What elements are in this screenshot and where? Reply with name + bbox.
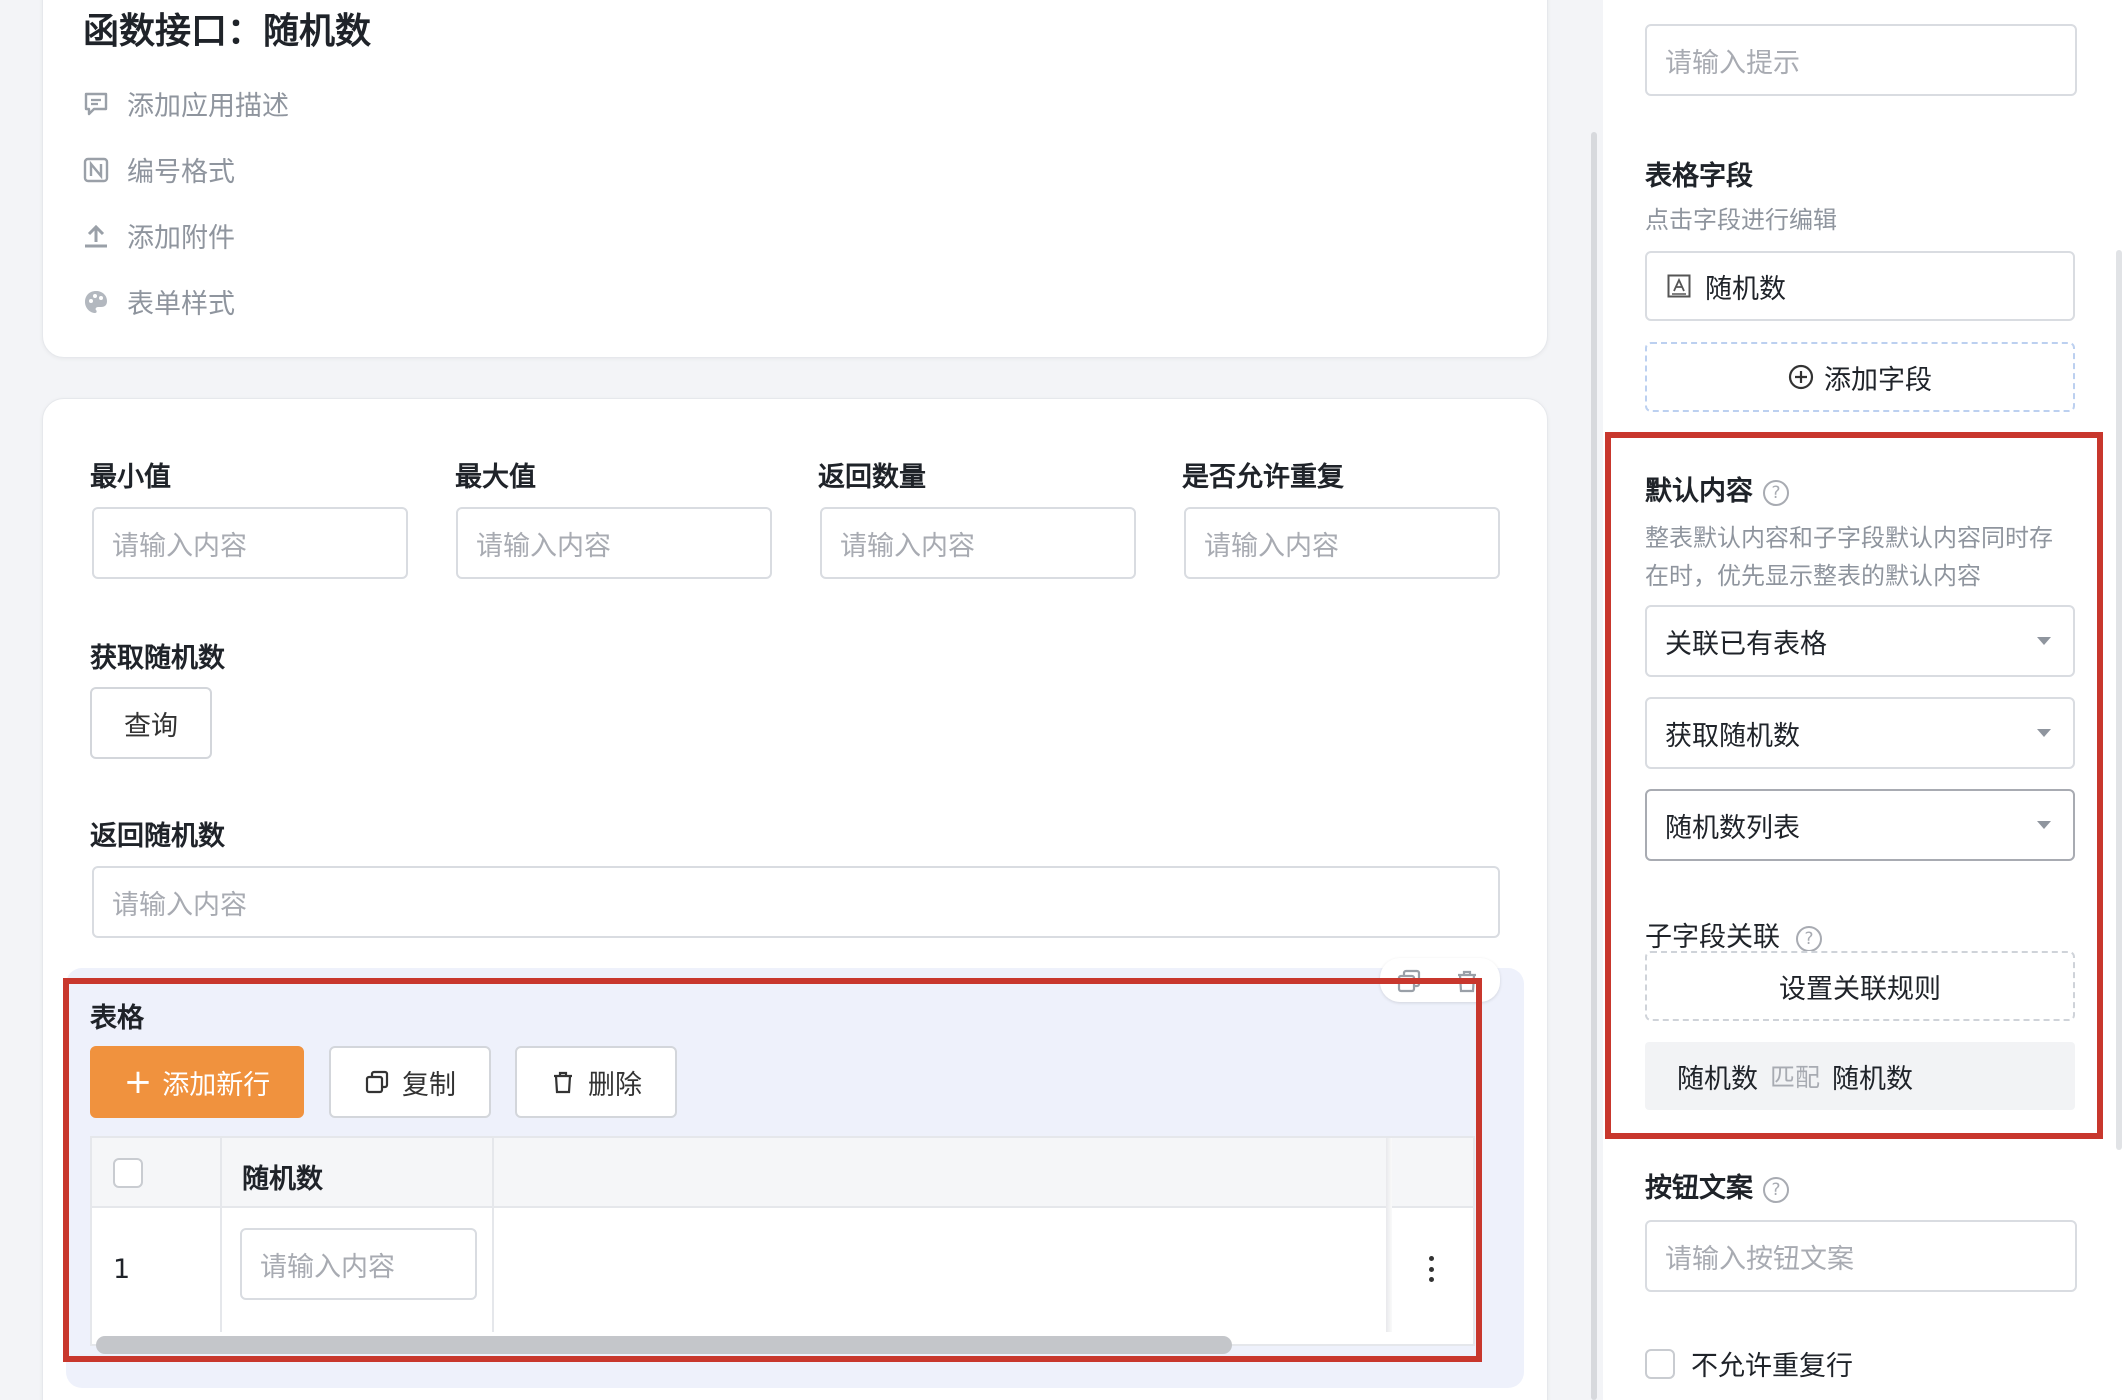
field-item-label: 随机数 xyxy=(1705,273,1786,305)
row-index: 1 xyxy=(113,1254,131,1285)
page-title: 函数接口：随机数 xyxy=(83,11,372,52)
help-icon[interactable]: ? xyxy=(1763,1176,1789,1203)
return-random-label: 返回随机数 xyxy=(90,821,225,852)
max-input[interactable]: 请输入内容 xyxy=(456,507,772,579)
sub-field-link-title: 子字段关联? xyxy=(1645,915,1822,954)
button-text-input[interactable]: 请输入按钮文案 xyxy=(1645,1220,2077,1292)
count-label: 返回数量 xyxy=(818,462,926,493)
set-link-rule-button[interactable]: 设置关联规则 xyxy=(1645,951,2075,1021)
chevron-down-icon xyxy=(2037,637,2051,645)
linked-table-select[interactable]: 关联已有表格 xyxy=(1645,605,2075,677)
no-repeat-label: 不允许重复行 xyxy=(1691,1351,1853,1382)
button-text-label: 按钮文案 xyxy=(1645,1173,1753,1204)
return-random-input[interactable]: 请输入内容 xyxy=(92,866,1500,938)
mapping-target: 随机数 xyxy=(1832,1063,1914,1095)
add-description-label: 添加应用描述 xyxy=(127,91,289,122)
add-attachment-label: 添加附件 xyxy=(127,223,235,254)
numbering-format-label: 编号格式 xyxy=(127,157,235,188)
min-input[interactable]: 请输入内容 xyxy=(92,507,408,579)
plus-circle-icon xyxy=(1788,364,1814,390)
copy-row-label: 复制 xyxy=(402,1069,456,1101)
default-content-label: 默认内容 xyxy=(1645,476,1753,507)
query-button[interactable]: 查询 xyxy=(90,687,212,759)
add-description-link[interactable]: 添加应用描述 xyxy=(83,84,289,123)
form-style-link[interactable]: 表单样式 xyxy=(83,282,235,321)
text-field-icon xyxy=(1667,274,1691,298)
table-title: 表格 xyxy=(90,1003,144,1034)
trash-icon xyxy=(554,1071,572,1094)
default-content-desc-1: 整表默认内容和子字段默认内容同时存 xyxy=(1645,524,2053,552)
select-all-checkbox[interactable] xyxy=(113,1158,143,1188)
numbering-icon xyxy=(83,157,109,182)
form-style-label: 表单样式 xyxy=(127,289,235,320)
delete-row-button[interactable]: 删除 xyxy=(515,1046,677,1118)
max-label: 最大值 xyxy=(455,462,536,493)
no-repeat-checkbox[interactable] xyxy=(1645,1348,1675,1379)
comment-icon xyxy=(84,92,108,115)
help-icon[interactable]: ? xyxy=(1763,479,1789,506)
add-field-label: 添加字段 xyxy=(1824,364,1932,396)
source-function-value: 获取随机数 xyxy=(1665,720,1800,752)
delete-row-label: 删除 xyxy=(588,1069,642,1101)
table-fields-title: 表格字段 xyxy=(1645,161,1753,192)
field-mapping-row: 随机数 匹配 随机数 xyxy=(1645,1042,2075,1110)
source-list-value: 随机数列表 xyxy=(1665,812,1800,844)
upload-icon xyxy=(85,224,107,247)
plus-icon: + xyxy=(123,1062,153,1102)
linked-table-value: 关联已有表格 xyxy=(1665,628,1827,660)
add-row-button[interactable]: + 添加新行 xyxy=(90,1046,304,1118)
copy-icon xyxy=(365,1070,389,1094)
source-function-select[interactable]: 获取随机数 xyxy=(1645,697,2075,769)
no-repeat-row[interactable]: 不允许重复行 xyxy=(1645,1344,1853,1383)
row-more-icon[interactable] xyxy=(1428,1256,1434,1282)
help-icon[interactable]: ? xyxy=(1796,925,1822,952)
add-field-button[interactable]: 添加字段 xyxy=(1645,342,2075,412)
delete-table-icon[interactable] xyxy=(1454,968,1480,994)
source-list-select[interactable]: 随机数列表 xyxy=(1645,789,2075,861)
copy-table-icon[interactable] xyxy=(1396,968,1422,994)
field-item-random[interactable]: 随机数 xyxy=(1645,251,2075,321)
add-attachment-link[interactable]: 添加附件 xyxy=(83,216,235,255)
allow-repeat-input[interactable]: 请输入内容 xyxy=(1184,507,1500,579)
column-header-random: 随机数 xyxy=(242,1164,323,1195)
default-content-desc-2: 在时，优先显示整表的默认内容 xyxy=(1645,562,1981,590)
allow-repeat-label: 是否允许重复 xyxy=(1182,462,1344,493)
chevron-down-icon xyxy=(2037,729,2051,737)
add-row-label: 添加新行 xyxy=(162,1069,271,1101)
panel-edge-scrollbar[interactable] xyxy=(2116,250,2122,1150)
count-input[interactable]: 请输入内容 xyxy=(820,507,1136,579)
numbering-format-link[interactable]: 编号格式 xyxy=(83,150,235,189)
horizontal-scrollbar[interactable] xyxy=(96,1336,1232,1354)
default-content-title: 默认内容? xyxy=(1645,469,1789,508)
min-label: 最小值 xyxy=(90,462,171,493)
button-text-title: 按钮文案? xyxy=(1645,1166,1789,1205)
panel-scrollbar[interactable] xyxy=(1591,132,1597,1400)
hint-input[interactable]: 请输入提示 xyxy=(1645,24,2077,96)
mapping-source: 随机数 xyxy=(1677,1063,1758,1095)
chevron-down-icon xyxy=(2037,821,2051,829)
copy-row-button[interactable]: 复制 xyxy=(329,1046,491,1118)
sub-field-link-label: 子字段关联 xyxy=(1645,922,1780,953)
row-random-input[interactable]: 请输入内容 xyxy=(240,1228,477,1300)
mapping-operator: 匹配 xyxy=(1770,1063,1821,1092)
get-random-label: 获取随机数 xyxy=(90,643,225,674)
table-fields-subtitle: 点击字段进行编辑 xyxy=(1645,206,1837,234)
palette-icon xyxy=(85,290,107,313)
